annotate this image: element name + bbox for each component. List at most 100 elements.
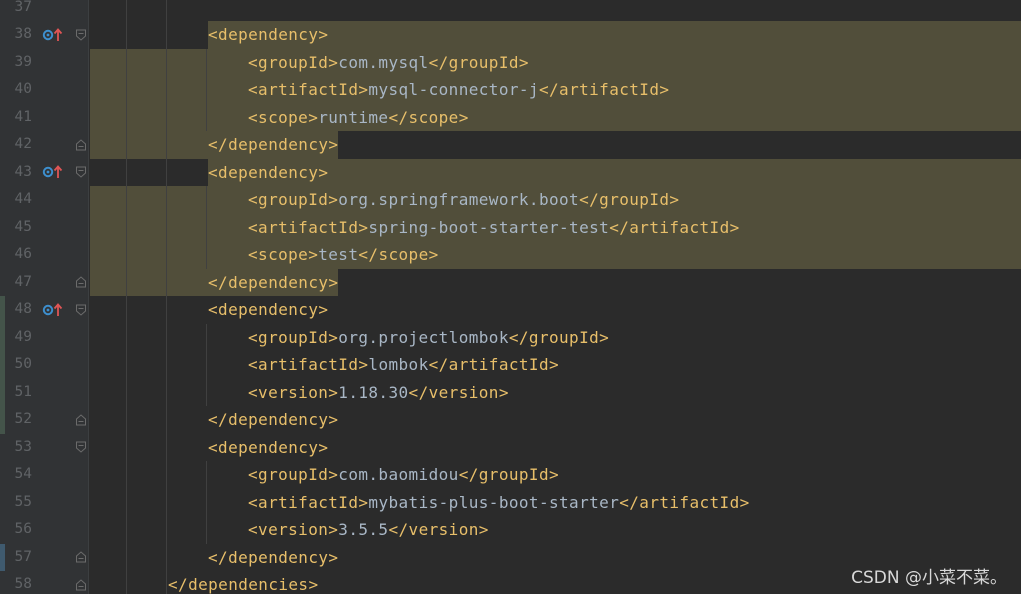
xml-close-tag: </artifactId> — [428, 355, 560, 374]
fold-end-icon[interactable] — [75, 269, 87, 297]
line-number: 53 — [14, 438, 32, 455]
xml-open-tag: <groupId> — [248, 190, 339, 209]
code-line[interactable]: <version>1.18.30</version> — [248, 379, 509, 407]
indent-guide — [166, 0, 167, 594]
line-number: 58 — [14, 576, 32, 592]
xml-close-tag: </artifactId> — [609, 217, 740, 237]
code-line[interactable]: <scope>runtime</scope> — [248, 104, 469, 132]
line-number: 50 — [14, 356, 32, 372]
xml-close-tag: </artifactId> — [619, 492, 750, 512]
code-line[interactable]: </dependencies> — [168, 571, 319, 594]
xml-text-value: runtime — [318, 107, 389, 127]
line-number: 43 — [14, 163, 32, 180]
code-line[interactable]: </dependency> — [208, 544, 338, 572]
xml-text-value: lombok — [368, 355, 429, 374]
xml-text-value: org.springframework.boot — [338, 190, 580, 209]
selection-highlight — [208, 21, 1021, 49]
xml-close-tag: </artifactId> — [538, 80, 670, 99]
code-line[interactable]: <groupId>com.mysql</groupId> — [248, 49, 529, 77]
xml-text-value: test — [318, 245, 359, 264]
xml-close-tag: </groupId> — [508, 327, 610, 347]
code-line[interactable]: <artifactId>mybatis-plus-boot-starter</a… — [248, 489, 750, 517]
fold-end-icon[interactable] — [75, 571, 87, 594]
fold-end-icon[interactable] — [75, 406, 87, 434]
xml-close-tag: </dependency> — [208, 547, 339, 567]
xml-text-value: 3.5.5 — [338, 520, 389, 539]
selection-highlight — [90, 103, 1021, 131]
xml-close-tag: </groupId> — [428, 52, 529, 72]
xml-close-tag: </scope> — [358, 245, 439, 264]
line-number: 51 — [14, 383, 32, 400]
indent-guide — [206, 461, 207, 544]
xml-open-tag: <scope> — [248, 107, 319, 127]
code-line[interactable]: <dependency> — [208, 159, 328, 187]
code-line[interactable]: </dependency> — [208, 406, 338, 434]
xml-text-value: 1.18.30 — [338, 382, 409, 402]
override-up-icon[interactable] — [42, 21, 64, 49]
xml-open-tag: <dependency> — [208, 437, 329, 457]
code-line[interactable]: </dependency> — [208, 269, 338, 297]
xml-close-tag: </dependency> — [208, 272, 339, 292]
line-number: 45 — [14, 218, 32, 235]
line-number: 52 — [14, 411, 32, 427]
indent-guide — [206, 323, 207, 406]
xml-close-tag: </scope> — [388, 107, 469, 127]
xml-close-tag: </dependency> — [208, 410, 339, 429]
xml-text-value: spring-boot-starter-test — [368, 217, 610, 237]
xml-open-tag: <version> — [248, 520, 339, 539]
xml-close-tag: </version> — [408, 382, 509, 402]
xml-text-value: com.baomidou — [338, 465, 459, 484]
xml-open-tag: <groupId> — [248, 52, 339, 72]
code-line[interactable]: <scope>test</scope> — [248, 241, 439, 269]
code-line[interactable]: <dependency> — [208, 296, 328, 324]
xml-open-tag: <artifactId> — [248, 492, 369, 512]
line-number: 56 — [14, 521, 32, 537]
code-line[interactable]: <artifactId>mysql-connector-j</artifactI… — [248, 76, 669, 104]
xml-close-tag: </version> — [388, 520, 489, 539]
line-number: 55 — [14, 493, 32, 510]
line-number: 44 — [14, 191, 32, 207]
override-up-icon[interactable] — [42, 159, 64, 187]
line-number: 39 — [14, 53, 32, 70]
code-line[interactable]: <groupId>org.springframework.boot</group… — [248, 186, 679, 214]
code-line[interactable]: <version>3.5.5</version> — [248, 516, 489, 544]
xml-text-value: org.projectlombok — [338, 327, 509, 347]
line-number: 48 — [14, 301, 32, 317]
code-area[interactable]: <dependency> <groupId>com.mysql</groupId>… — [90, 0, 1021, 594]
code-line[interactable]: </dependency> — [208, 131, 338, 159]
line-number: 47 — [14, 273, 32, 290]
selection-highlight — [90, 241, 1021, 269]
line-number: 49 — [14, 328, 32, 345]
xml-close-tag: </groupId> — [458, 465, 560, 484]
fold-end-icon[interactable] — [75, 131, 87, 159]
xml-text-value: com.mysql — [338, 52, 429, 72]
fold-end-icon[interactable] — [75, 544, 87, 572]
code-editor[interactable]: 37 38 39 40 41 42 43 44 45 46 47 48 49 50 51 52 53 54 55 56… — [0, 0, 1021, 594]
xml-open-tag: <dependency> — [208, 162, 329, 182]
code-line[interactable]: <dependency> — [208, 434, 328, 462]
code-line[interactable]: <groupId>org.projectlombok</groupId> — [248, 324, 609, 352]
line-number: 40 — [14, 81, 32, 97]
xml-open-tag: <groupId> — [248, 465, 339, 484]
code-line[interactable]: <artifactId>spring-boot-starter-test</ar… — [248, 214, 740, 242]
line-number: 41 — [14, 108, 32, 125]
editor-gutter: 37 38 39 40 41 42 43 44 45 46 47 48 49 50 51 52 53 54 55 56… — [0, 0, 89, 594]
fold-start-icon[interactable] — [75, 159, 87, 187]
line-number: 38 — [14, 26, 32, 42]
code-line[interactable]: <dependency> — [208, 21, 328, 49]
indent-guide — [206, 48, 207, 131]
xml-text-value: mysql-connector-j — [368, 80, 539, 99]
fold-start-icon[interactable] — [75, 296, 87, 324]
xml-open-tag: <artifactId> — [248, 355, 369, 374]
code-line[interactable]: <groupId>com.baomidou</groupId> — [248, 461, 559, 489]
xml-open-tag: <dependency> — [208, 25, 329, 44]
code-line[interactable]: <artifactId>lombok</artifactId> — [248, 351, 559, 379]
line-number: 54 — [14, 466, 32, 482]
fold-start-icon[interactable] — [75, 434, 87, 462]
override-up-icon[interactable] — [42, 296, 64, 324]
indent-guide — [126, 0, 127, 594]
xml-close-tag: </dependency> — [208, 135, 339, 154]
xml-open-tag: <artifactId> — [248, 217, 369, 237]
xml-open-tag: <dependency> — [208, 300, 329, 319]
fold-start-icon[interactable] — [75, 21, 87, 49]
